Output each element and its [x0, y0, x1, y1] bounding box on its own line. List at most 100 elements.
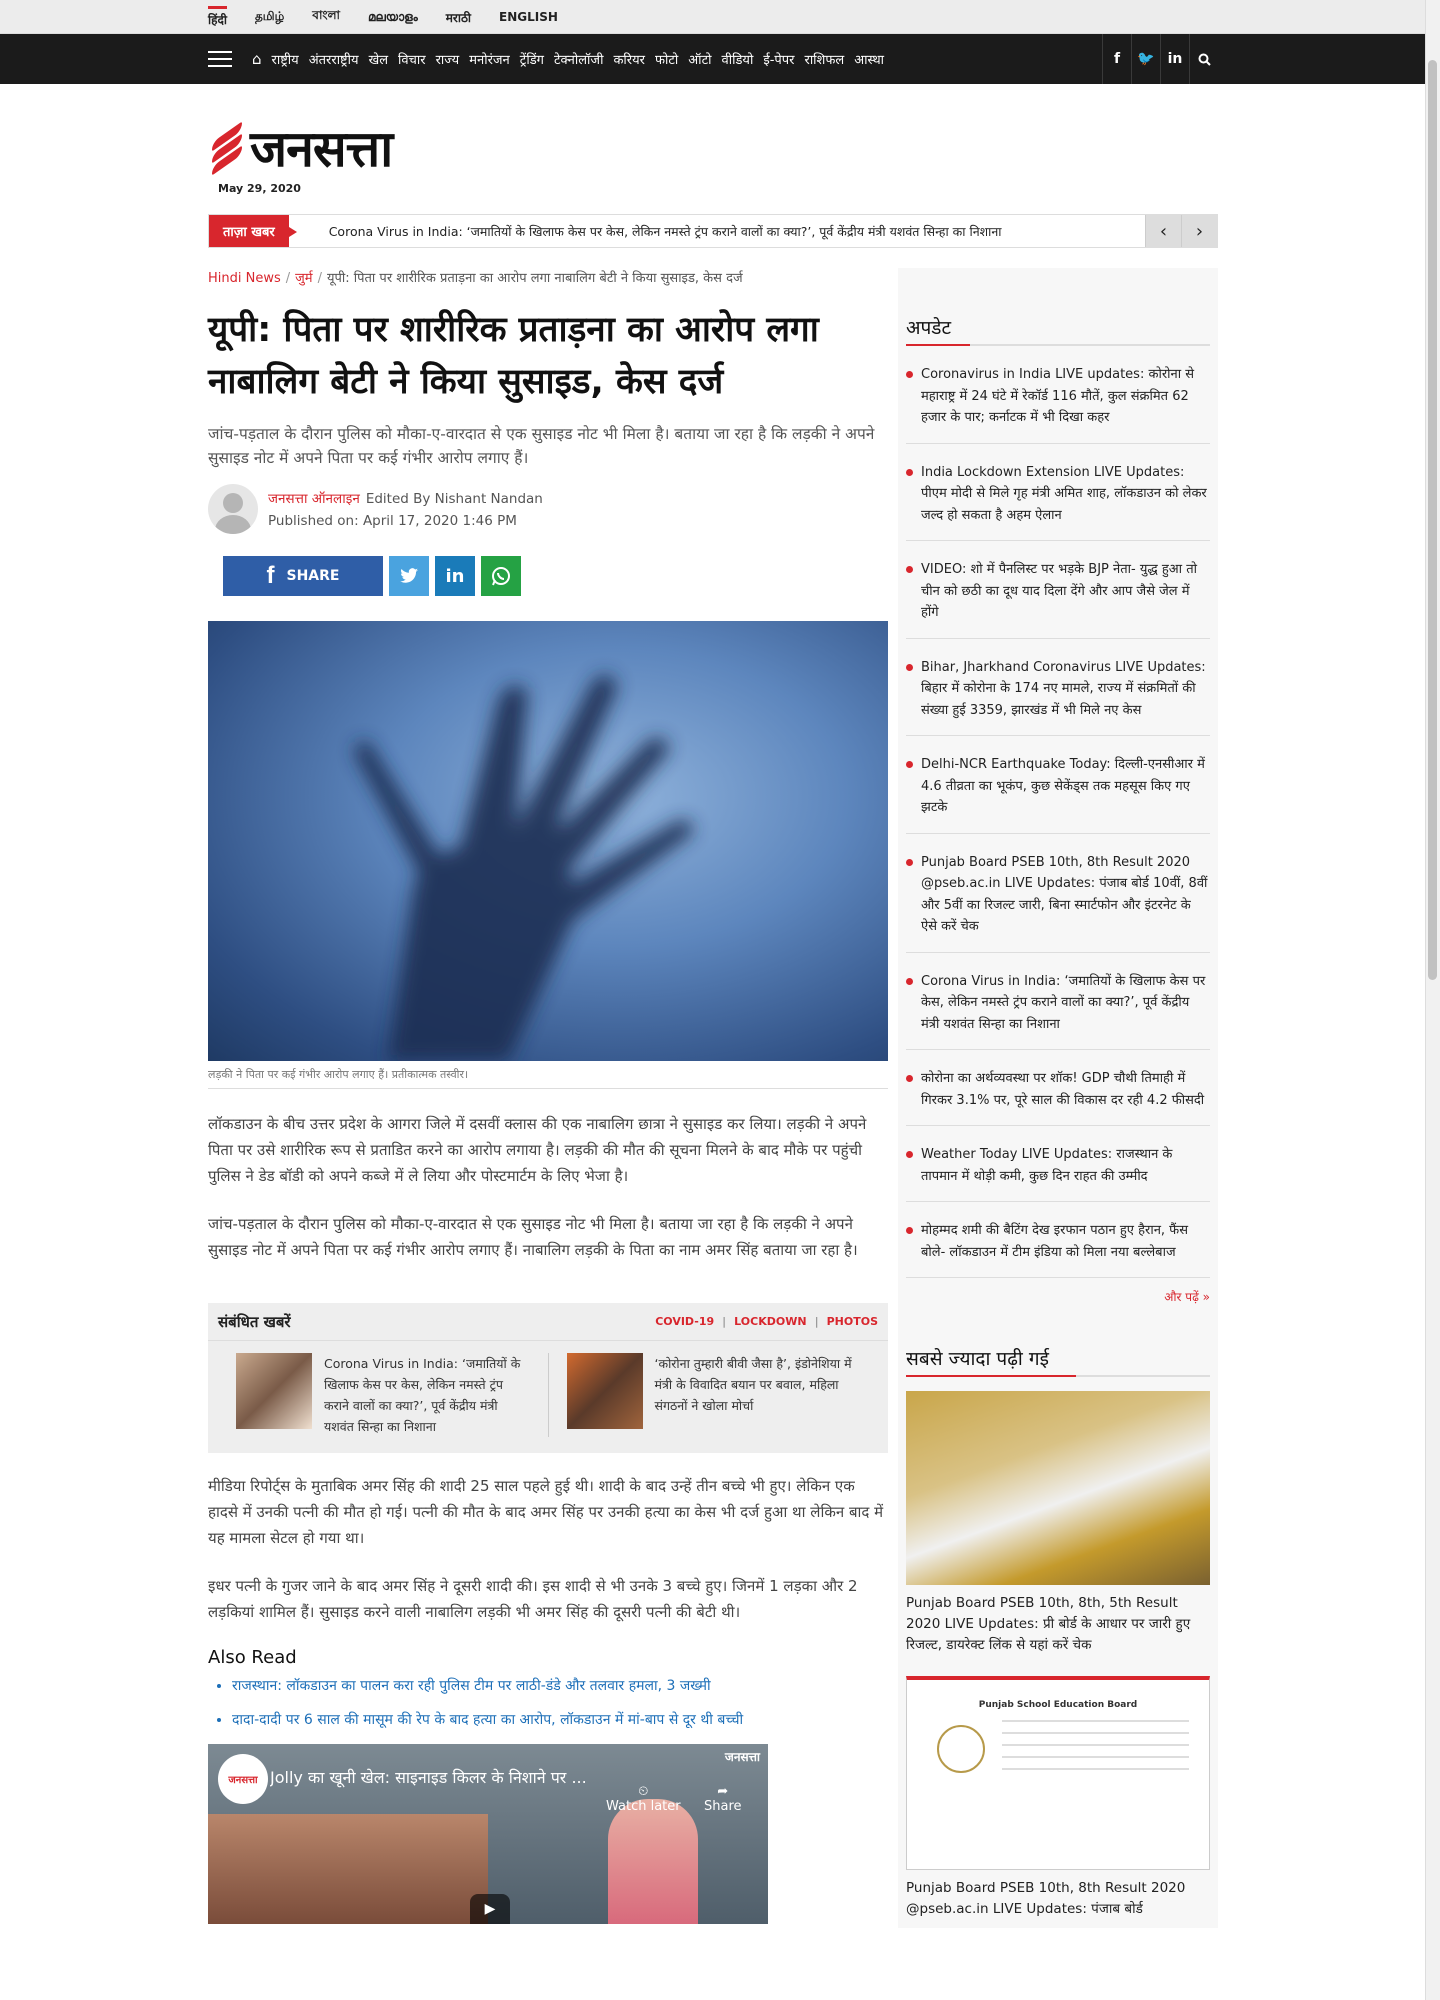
video-title[interactable]: Jolly का खूनी खेल: साइनाइड किलर के निशान… [270, 1766, 600, 1788]
article-column: Hindi News / जुर्म / यूपी: पिता पर शारीरिक प… [208, 268, 888, 1928]
update-item[interactable]: Delhi-NCR Earthquake Today: दिल्ली-एनसीआ… [906, 736, 1210, 834]
menu-icon[interactable] [208, 51, 232, 67]
main-nav: ⌂ राष्ट्रीय अंतरराष्ट्रीय खेल विचार राज्… [0, 34, 1440, 84]
related-item[interactable]: ‘कोरोना तुम्हारी बीवी जैसा है’, इंडोनेशि… [547, 1353, 879, 1437]
video-frame-right [608, 1799, 698, 1924]
nav-item-states[interactable]: राज्य [436, 50, 460, 68]
tag-lockdown[interactable]: LOCKDOWN [734, 1315, 806, 1328]
update-item[interactable]: Punjab Board PSEB 10th, 8th Result 2020 … [906, 834, 1210, 953]
nav-item-international[interactable]: अंतरराष्ट्रीय [309, 50, 359, 68]
logo-mark-icon [208, 121, 246, 176]
bullet-icon [906, 663, 913, 671]
article-paragraph: लॉकडाउन के बीच उत्तर प्रदेश के आगरा जिले… [208, 1115, 867, 1185]
ticker-label: ताज़ा खबर [209, 215, 297, 247]
linkedin-icon[interactable]: in [1160, 34, 1189, 84]
nav-item-horoscope[interactable]: राशिफल [805, 50, 845, 68]
bullet-icon [906, 858, 913, 866]
nav-item-career[interactable]: करियर [613, 50, 645, 68]
video-player[interactable]: जनसत्ता Jolly का खूनी खेल: साइनाइड किलर … [208, 1744, 768, 1924]
article-paragraph: मीडिया रिपोर्ट्स के मुताबिक अमर सिंह की … [208, 1477, 884, 1547]
tag-covid[interactable]: COVID-19 [655, 1315, 714, 1328]
lang-hindi[interactable]: हिंदी [208, 6, 227, 28]
most-read-image[interactable] [906, 1391, 1210, 1585]
scrollbar-thumb[interactable] [1428, 60, 1437, 980]
article-summary: जांच-पड़ताल के दौरान पुलिस को मौका-ए-वार… [208, 425, 875, 467]
article-paragraph: इधर पत्नी के गुजर जाने के बाद अमर सिंह न… [208, 1577, 858, 1621]
facebook-icon: f [266, 562, 275, 589]
editor-name: Edited By Nishant Nandan [365, 491, 543, 507]
nav-item-epaper[interactable]: ई-पेपर [763, 50, 794, 68]
nav-item-faith[interactable]: आस्था [854, 50, 884, 68]
lang-english[interactable]: ENGLISH [499, 10, 558, 24]
video-frame-left [208, 1814, 488, 1924]
update-item[interactable]: India Lockdown Extension LIVE Updates: प… [906, 444, 1210, 541]
bullet-icon [906, 468, 913, 476]
related-title: संबंधित खबरें [218, 1312, 291, 1331]
video-share-button[interactable]: ➦ Share [704, 1784, 742, 1814]
ticker-next-button[interactable]: › [1181, 215, 1217, 247]
bullet-icon [906, 761, 913, 768]
masthead: जनसत्ता May 29, 2020 [208, 84, 1218, 214]
twitter-share-button[interactable] [389, 556, 429, 596]
ticker-prev-button[interactable]: ‹ [1145, 215, 1181, 247]
nav-item-auto[interactable]: ऑटो [688, 50, 711, 68]
tag-photos[interactable]: PHOTOS [827, 1315, 878, 1328]
article-paragraph: जांच-पड़ताल के दौरान पुलिस को मौका-ए-वार… [208, 1215, 858, 1259]
bullet-icon [906, 1151, 913, 1158]
facebook-icon[interactable]: f [1102, 34, 1131, 84]
linkedin-share-button[interactable]: in [435, 556, 475, 596]
update-item[interactable]: Corona Virus in India: ‘जमातियों के खिला… [906, 953, 1210, 1050]
ticker-headline[interactable]: Corona Virus in India: ‘जमातियों के खिला… [289, 223, 1145, 240]
lang-malayalam[interactable]: മലയാളം [368, 10, 418, 25]
site-logo[interactable]: जनसत्ता [208, 119, 393, 178]
read-more-link[interactable]: और पढ़ें » [906, 1288, 1210, 1305]
breadcrumb-home[interactable]: Hindi News [208, 271, 281, 286]
also-read-link[interactable]: राजस्थान: लॉकडाउन का पालन करा रही पुलिस … [232, 1676, 888, 1696]
play-icon[interactable]: ▶ [470, 1894, 510, 1924]
nav-item-opinion[interactable]: विचार [398, 50, 426, 68]
nav-item-entertainment[interactable]: मनोरंजन [469, 50, 510, 68]
update-item[interactable]: VIDEO: शो में पैनलिस्ट पर भड़के BJP नेता… [906, 541, 1210, 639]
nav-item-trending[interactable]: ट्रेंडिंग [520, 50, 544, 68]
nav-item-video[interactable]: वीडियो [722, 50, 754, 68]
lang-tamil[interactable]: தமிழ் [255, 9, 284, 25]
author-link[interactable]: जनसत्ता ऑनलाइन [268, 491, 360, 507]
facebook-share-button[interactable]: f SHARE [223, 556, 383, 596]
also-read-title: Also Read [208, 1647, 297, 1668]
lang-marathi[interactable]: मराठी [446, 9, 471, 26]
update-item[interactable]: Weather Today LIVE Updates: राजस्थान के … [906, 1126, 1210, 1202]
clock-icon: ⏲ [638, 1784, 649, 1799]
sidebar: अपडेट Coronavirus in India LIVE updates:… [898, 268, 1218, 1928]
article-hero-image [208, 621, 888, 1061]
nav-item-sports[interactable]: खेल [369, 50, 388, 68]
lang-bangla[interactable]: বাংলা [312, 7, 340, 27]
nav-item-national[interactable]: राष्ट्रीय [272, 50, 299, 68]
most-read-headline[interactable]: Punjab Board PSEB 10th, 8th Result 2020 … [906, 1878, 1210, 1920]
nav-item-photos[interactable]: फोटो [655, 50, 678, 68]
home-icon[interactable]: ⌂ [252, 50, 262, 68]
update-item[interactable]: कोरोना का अर्थव्यवस्था पर शॉक! GDP चौथी … [906, 1050, 1210, 1126]
nav-item-technology[interactable]: टेक्नोलॉजी [554, 50, 603, 68]
search-icon[interactable] [1189, 34, 1218, 84]
update-item[interactable]: Coronavirus in India LIVE updates: कोरोन… [906, 346, 1210, 444]
bullet-icon [906, 1075, 913, 1082]
bullet-icon [906, 977, 913, 985]
update-item[interactable]: मोहम्मद शमी की बैटिंग देख इरफान पठान हुए… [906, 1202, 1210, 1278]
page-scrollbar[interactable] [1425, 0, 1440, 2000]
most-read-image[interactable]: Punjab School Education Board [906, 1676, 1210, 1870]
bullet-icon [906, 371, 913, 378]
also-read-link[interactable]: दादा-दादी पर 6 साल की मासूम की रेप के बा… [232, 1710, 888, 1730]
most-read-headline[interactable]: Punjab Board PSEB 10th, 8th, 5th Result … [906, 1593, 1210, 1656]
whatsapp-icon [492, 567, 510, 586]
whatsapp-share-button[interactable] [481, 556, 521, 596]
bullet-icon [906, 1227, 913, 1234]
related-item[interactable]: Corona Virus in India: ‘जमातियों के खिला… [218, 1353, 548, 1437]
breadcrumb: Hindi News / जुर्म / यूपी: पिता पर शारीरिक प… [208, 271, 743, 286]
update-item[interactable]: Bihar, Jharkhand Coronavirus LIVE Update… [906, 639, 1210, 736]
channel-logo[interactable]: जनसत्ता [218, 1754, 268, 1804]
twitter-icon[interactable]: 🐦 [1131, 34, 1160, 84]
language-bar: हिंदी தமிழ் বাংলা മലയാളം मराठी ENGLISH [0, 0, 1440, 34]
watch-later-button[interactable]: ⏲ Watch later [606, 1784, 681, 1814]
logo-text: जनसत्ता [250, 119, 393, 178]
breadcrumb-category[interactable]: जुर्म [295, 271, 312, 286]
